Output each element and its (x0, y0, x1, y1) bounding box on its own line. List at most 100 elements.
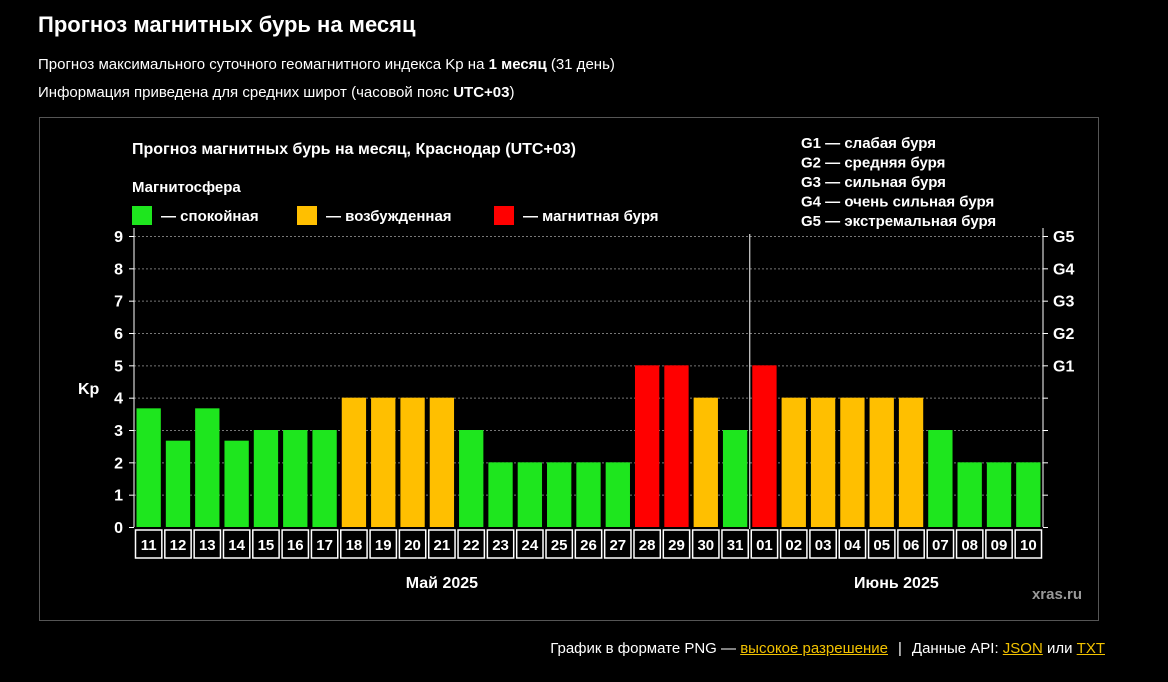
x-tick-label: 11 (141, 537, 157, 554)
kp-bar (634, 365, 660, 527)
x-tick-label: 14 (228, 537, 245, 554)
x-tick-label: 12 (170, 537, 187, 554)
x-tick-label: 05 (873, 537, 890, 554)
g-level-label: G1 (1053, 358, 1074, 375)
api-text: Данные API: (911, 640, 1003, 657)
json-link[interactable]: JSON (1003, 640, 1043, 657)
storm-scale-item: G3 — сильная буря (801, 174, 946, 191)
x-tick-label: 01 (756, 537, 773, 554)
x-tick-label: 15 (258, 537, 275, 554)
y-tick-label: 9 (114, 229, 123, 246)
legend-swatch (494, 206, 514, 225)
x-tick-label: 04 (844, 537, 861, 554)
kp-bar (312, 430, 337, 527)
y-tick-label: 1 (114, 488, 123, 505)
legend-swatch (132, 206, 152, 225)
kp-bar (429, 397, 455, 527)
x-tick-label: 26 (580, 537, 597, 554)
kp-bar (253, 430, 279, 527)
x-tick-label: 21 (434, 537, 451, 554)
kp-bar (781, 397, 806, 527)
high-resolution-link[interactable]: высокое разрешение (740, 640, 888, 657)
x-tick-label: 20 (404, 537, 421, 554)
x-tick-label: 28 (639, 537, 656, 554)
y-tick-label: 7 (114, 294, 123, 311)
x-tick-label: 29 (668, 537, 685, 554)
kp-bar (722, 430, 748, 527)
chart-title: Прогноз магнитных бурь на месяц, Краснод… (132, 141, 576, 158)
kp-bar (1016, 462, 1041, 527)
x-tick-label: 25 (551, 537, 568, 554)
g-level-label: G5 (1053, 229, 1074, 246)
kp-forecast-chart: 0 1 2 3 4 5 6 7 8 9 G1 G2 G3 G4 G5 11 12 13 14 15 16 17 18 19 20… (39, 117, 1099, 621)
kp-bar (664, 365, 689, 527)
kp-bar (341, 397, 367, 527)
y-axis-label: Kp (78, 381, 100, 398)
footer: График в формате PNG — высокое разрешени… (550, 640, 1105, 657)
month-label: Июнь 2025 (854, 575, 939, 592)
x-tick-label: 06 (903, 537, 920, 554)
x-tick-label: 03 (815, 537, 832, 554)
kp-bar (224, 440, 249, 527)
x-tick-label: 19 (375, 537, 392, 554)
legend-title: Магнитосфера (132, 179, 241, 196)
x-tick-label: 18 (346, 537, 363, 554)
kp-bar (986, 462, 1012, 527)
kp-bar (136, 408, 161, 527)
x-tick-label: 08 (961, 537, 978, 554)
kp-bar (517, 462, 543, 527)
storm-scale-item: G5 — экстремальная буря (801, 213, 996, 230)
y-tick-label: 6 (114, 326, 123, 343)
kp-bar (488, 462, 513, 527)
kp-bar (957, 462, 982, 527)
footer-separator: | (898, 640, 902, 657)
legend-label: — спокойная (161, 208, 259, 225)
month-label: Май 2025 (406, 575, 478, 592)
page-title: Прогноз магнитных бурь на месяц (38, 12, 416, 37)
legend-label: — возбужденная (326, 208, 452, 225)
storm-scale-item: G1 — слабая буря (801, 135, 936, 152)
x-tick-label: 31 (727, 537, 744, 554)
x-tick-label: 13 (199, 537, 216, 554)
kp-bar (371, 397, 396, 527)
kp-bar (898, 397, 924, 527)
x-tick-label: 27 (609, 537, 626, 554)
kp-bar (459, 430, 484, 527)
timezone-note: Информация приведена для средних широт (… (38, 84, 515, 101)
kp-bar (400, 397, 425, 527)
y-tick-label: 0 (114, 520, 123, 537)
kp-bar (810, 397, 836, 527)
g-level-label: G4 (1053, 261, 1074, 278)
x-tick-label: 09 (991, 537, 1008, 554)
g-level-label: G2 (1053, 326, 1074, 343)
x-tick-label: 24 (522, 537, 539, 554)
watermark: xras.ru (1032, 586, 1082, 603)
y-tick-label: 5 (114, 358, 123, 375)
y-tick-label: 3 (114, 423, 123, 440)
png-text: График в формате PNG — (550, 640, 741, 657)
x-tick-label: 16 (287, 537, 304, 554)
kp-bar (693, 397, 718, 527)
kp-bar (576, 462, 601, 527)
kp-bar (840, 397, 865, 527)
x-tick-label: 22 (463, 537, 480, 554)
x-tick-label: 23 (492, 537, 509, 554)
kp-bar (605, 462, 630, 527)
or-text: или (1042, 640, 1077, 657)
storm-scale-item: G4 — очень сильная буря (801, 194, 994, 211)
txt-link[interactable]: TXT (1077, 640, 1105, 657)
forecast-description: Прогноз максимального суточного геомагни… (38, 56, 615, 73)
kp-bar (165, 440, 191, 527)
kp-bar (752, 365, 777, 527)
x-tick-label: 07 (932, 537, 949, 554)
y-tick-label: 2 (114, 455, 123, 472)
x-tick-label: 17 (316, 537, 333, 554)
storm-scale-item: G2 — средняя буря (801, 155, 945, 172)
kp-bar (547, 462, 572, 527)
x-tick-label: 10 (1020, 537, 1037, 554)
kp-bar (928, 430, 953, 527)
y-tick-label: 8 (114, 261, 123, 278)
x-tick-label: 02 (785, 537, 802, 554)
x-tick-label: 30 (697, 537, 714, 554)
g-level-label: G3 (1053, 294, 1074, 311)
